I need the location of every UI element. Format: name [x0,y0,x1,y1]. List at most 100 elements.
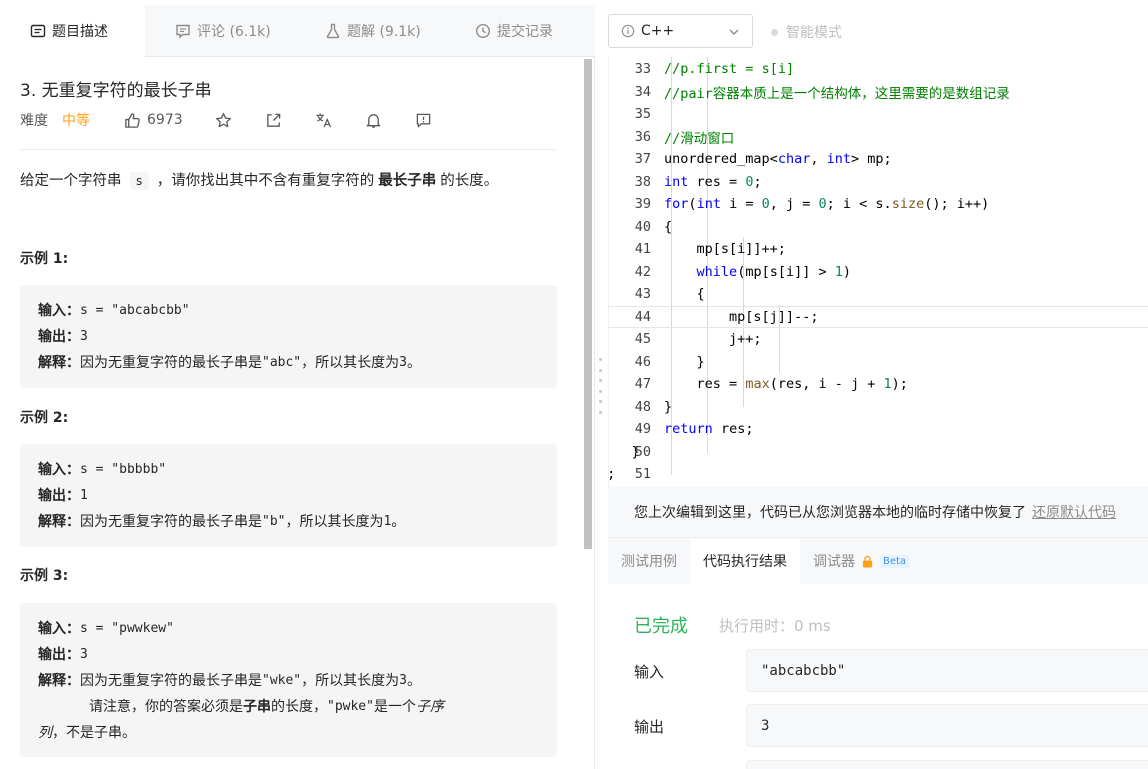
example-box: 输入： s = "pwwkew" 输出： 3 解释： 因为无重复字符的最长子串是 "w… [20,603,557,757]
code-editor[interactable]: 33 //p.first = s[i] 34 //pair容器本质上是一个结构体，… [608,57,1148,487]
code-line[interactable]: 40 { [609,216,1148,239]
panel-resize-handle[interactable] [598,358,603,414]
text: 。 [406,355,421,371]
key-label: 输入： [38,303,80,319]
description-scrollbar[interactable] [584,59,592,549]
expected-value-box[interactable] [746,760,1148,769]
notification-button[interactable] [365,111,383,129]
text: 的长度， [271,699,327,715]
restore-notice: 您上次编辑到这里，代码已从您浏览器本地的临时存储中恢复了 还原默认代码 [608,487,1148,537]
code-line[interactable]: 45 j++; [609,328,1148,351]
statement-text: 给定一个字符串 [20,173,122,189]
example-explanation: 解释： 因为无重复字符的最长子串是 "b" ，所以其长度为 1。 [38,508,539,534]
input-value-box[interactable]: "abcabcbb" [746,649,1148,692]
value: 3 [399,354,407,370]
tab-label: 测试用例 [621,554,677,570]
example-note: 请注意，你的答案必须是 子串 的长度， "pwke" 是一个 子序 [38,693,539,719]
tab-comments[interactable]: 评论 (6.1k) [145,5,295,57]
code-line[interactable]: 42 while(mp[s[i]] > 1) [609,261,1148,284]
beta-badge: Beta [880,554,910,568]
tab-test-cases[interactable]: 测试用例 [608,538,690,584]
example-note-continued: 列，不是子串。 [38,719,539,745]
text: 是一个 [373,699,416,715]
code-line[interactable]: 51}; [609,463,1148,486]
text: 。 [391,514,406,530]
flask-icon [326,23,340,39]
difficulty-label: 难度 [20,113,48,129]
feedback-button[interactable] [415,111,433,129]
key-label: 解释： [38,355,80,371]
tab-label: 代码执行结果 [703,554,787,570]
code-line[interactable]: 48 } [609,396,1148,419]
text: 请注意，你的答案必须是 [89,699,243,715]
output-value-box[interactable]: 3 [746,704,1148,747]
code-line[interactable]: 49 return res; [609,418,1148,441]
tab-label: 题目描述 [52,23,108,40]
favorite-button[interactable] [215,111,233,129]
info-icon [621,24,635,38]
value: 3 [399,672,407,688]
code-line[interactable]: 50 } [609,441,1148,464]
value: "b" [262,513,286,529]
text: 。 [406,673,421,689]
share-button[interactable] [265,111,283,129]
problem-title: 3. 无重复字符的最长子串 [20,81,212,101]
translate-icon [316,112,332,127]
tab-label: 题解 (9.1k) [347,24,421,40]
code-line[interactable]: 43 { [609,283,1148,306]
code-line[interactable]: 38 int res = 0; [609,171,1148,194]
like-button[interactable]: 6973 [124,112,183,129]
run-result-panel: 已完成 执行用时：0 ms 输入 "abcabcbb" 输出 3 [608,584,1148,769]
value: s = "bbbbb" [80,461,167,477]
smart-mode-toggle[interactable]: 智能模式 [771,22,842,42]
code-line[interactable]: 35 [609,103,1148,126]
code-text: }; [609,466,615,482]
code-text: //p.first = s[i] [664,61,795,78]
example-input: 输入： s = "bbbbb" [38,456,539,482]
tab-description[interactable]: 题目描述 [0,5,145,57]
key-label: 输出： [38,488,80,504]
code-text: j++; [608,331,762,348]
key-label: 输入： [38,462,80,478]
code-text: return res; [664,421,754,438]
code-line[interactable]: 39 for(int i = 0, j = 0; i < s.size(); i… [609,193,1148,216]
code-line[interactable]: 47 res = max(res, i - j + 1); [609,373,1148,396]
value: "pwke" [327,698,374,714]
code-line[interactable]: 37 unordered_map<char, int> mp; [609,148,1148,171]
example-label: 示例 2: [20,410,69,426]
value: s = "pwwkew" [80,620,174,636]
code-line[interactable]: 34 //pair容器本质上是一个结构体，这里需要的是数组记录 [609,81,1148,104]
run-status: 已完成 [634,616,688,637]
tab-run-result[interactable]: 代码执行结果 [690,538,800,584]
value: s = "abcabcbb" [80,302,190,318]
left-tab-bar: 题目描述 评论 (6.1k) 题解 (9.1k) 提交记录 [0,5,595,57]
tab-submissions[interactable]: 提交记录 [445,5,595,57]
translate-button[interactable] [315,111,333,129]
star-icon [216,112,232,127]
tab-debugger[interactable]: 调试器 Beta [800,538,922,584]
code-text: int res = 0; [664,173,762,190]
language-value: C++ [641,23,675,39]
code-line[interactable]: 46 } [609,351,1148,374]
code-text: mp[s[i]]++; [608,241,786,258]
code-text: while(mp[s[i]] > 1) [696,263,852,280]
key-label: 解释： [38,514,80,530]
code-text: { [608,286,705,303]
status-dot-icon [771,28,778,36]
code-text: //滑动窗口 [664,130,735,147]
code-line[interactable]: 33 //p.first = s[i] [609,58,1148,81]
tab-solutions[interactable]: 题解 (9.1k) [295,5,445,57]
code-text: mp[s[j]]--; [608,308,819,325]
example-output: 输出： 3 [38,641,539,667]
divider [20,149,557,150]
code-line[interactable]: 36 //滑动窗口 [609,126,1148,149]
restore-default-link[interactable]: 还原默认代码 [1032,502,1116,522]
text: 因为无重复字符的最长子串是 [80,355,262,371]
code-line[interactable]: 41 mp[s[i]]++; [609,238,1148,261]
code-line[interactable]: 44 mp[s[j]]--; [608,305,1148,328]
editor-toolbar: C++ 智能模式 [595,5,1148,57]
problem-description-panel: 3. 无重复字符的最长子串 难度 中等 6973 给定一个字符串 s ，请你找出其中… [0,57,595,769]
example-label: 示例 3: [20,568,69,584]
language-select[interactable]: C++ [608,14,753,48]
example-label: 示例 1: [20,251,69,267]
